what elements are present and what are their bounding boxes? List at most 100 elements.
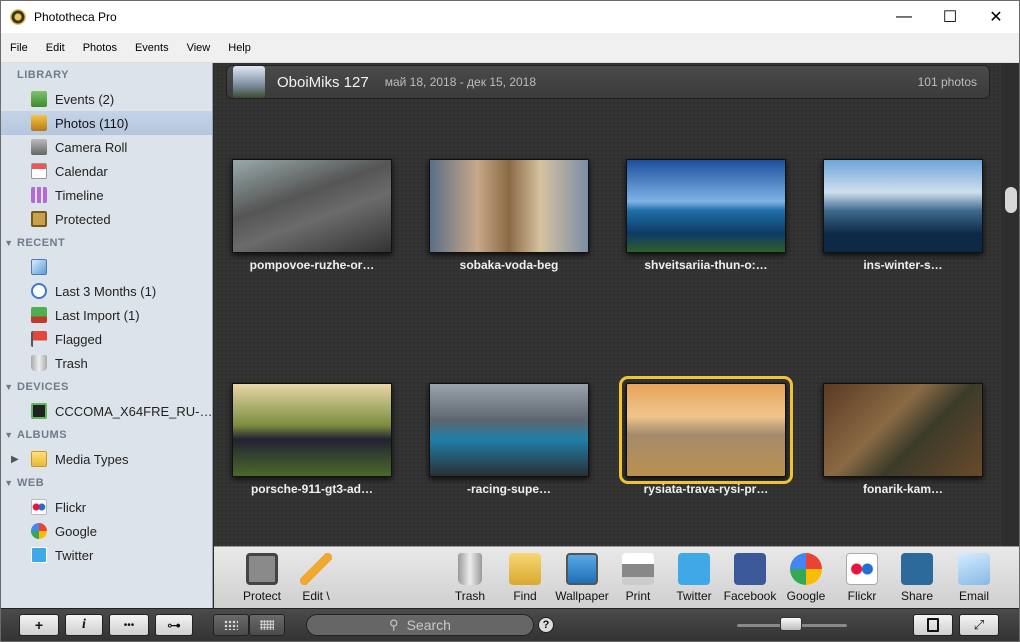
sidebar-item-events[interactable]: Events (2) [1, 87, 212, 111]
share-icon [901, 553, 933, 585]
facebook-button[interactable]: Facebook [722, 553, 778, 603]
collapse-triangle-icon[interactable]: ▼ [1, 478, 17, 488]
menu-events[interactable]: Events [135, 42, 169, 54]
menu-bar: File Edit Photos Events View Help [1, 33, 1019, 63]
photo-thumbnail[interactable] [823, 383, 983, 477]
window-title: Phototheca Pro [34, 10, 117, 24]
photo-thumbnail[interactable] [429, 159, 589, 253]
minimize-button[interactable]: — [881, 1, 927, 33]
section-albums[interactable]: ▼ ALBUMS [1, 423, 212, 447]
sidebar-item-calendar[interactable]: Calendar [1, 159, 212, 183]
menu-photos[interactable]: Photos [83, 42, 117, 54]
collapse-triangle-icon[interactable]: ▼ [1, 430, 17, 440]
photo-caption: rysiata-trava-rysi-pr… [643, 482, 769, 496]
phototheca-logo-icon [10, 9, 26, 25]
list-view-button[interactable] [249, 614, 285, 636]
grid-view-button[interactable] [213, 614, 249, 636]
add-button[interactable]: + [19, 614, 59, 636]
protect-button[interactable]: Protect [234, 553, 290, 603]
sidebar-item-photos[interactable]: Photos (110) [1, 111, 212, 135]
flickr-button[interactable]: Flickr [834, 553, 890, 603]
close-button[interactable]: ✕ [973, 1, 1019, 33]
photo-caption: shveitsariia-thun-o:… [644, 258, 768, 272]
wallpaper-button[interactable]: Wallpaper [554, 553, 610, 603]
sidebar-item-last-3-months[interactable]: Last 3 Months (1) [1, 279, 212, 303]
trash-button[interactable]: Trash [442, 553, 498, 603]
grid-icon [224, 620, 238, 630]
sidebar-item-google[interactable]: Google [1, 519, 212, 543]
photo-caption: porsche-911-gt3-ad… [250, 482, 374, 496]
safe-icon [246, 553, 278, 585]
photos-icon [31, 115, 47, 131]
menu-view[interactable]: View [187, 42, 211, 54]
search-icon: ⚲ [389, 617, 399, 632]
twitter-icon [678, 553, 710, 585]
drive-icon [31, 403, 47, 419]
email-button[interactable]: Email [946, 553, 1002, 603]
twitter-button[interactable]: Twitter [666, 553, 722, 603]
menu-edit[interactable]: Edit [46, 42, 65, 54]
search-input[interactable]: ⚲ Search [306, 614, 534, 636]
sidebar-item-flagged[interactable]: Flagged [1, 327, 212, 351]
fullscreen-button[interactable]: ⤢ [959, 614, 999, 636]
sidebar-item-twitter[interactable]: Twitter [1, 543, 212, 567]
photo-caption: pompovoe-ruzhe-or… [249, 258, 375, 272]
find-button[interactable]: Find [497, 553, 553, 603]
sidebar-item-camera-roll[interactable]: Camera Roll [1, 135, 212, 159]
section-web[interactable]: ▼ WEB [1, 471, 212, 495]
pencil-icon [300, 553, 332, 585]
zoom-slider-handle[interactable] [780, 617, 802, 631]
photo-thumbnail[interactable] [823, 159, 983, 253]
sidebar-item-flickr[interactable]: Flickr [1, 495, 212, 519]
vertical-scrollbar[interactable] [1001, 63, 1019, 546]
menu-file[interactable]: File [10, 42, 28, 54]
sidebar: LIBRARY Events (2) Photos (110) Camera R… [1, 63, 213, 608]
sidebar-item-protected[interactable]: Protected [1, 207, 212, 231]
pencil-icon [31, 259, 47, 275]
photo-thumbnail[interactable] [232, 159, 392, 253]
section-recent[interactable]: ▼ RECENT [1, 231, 212, 255]
twitter-icon [31, 547, 47, 563]
event-name: OboiMiks 127 [277, 73, 369, 91]
collapse-triangle-icon[interactable]: ▼ [1, 238, 17, 248]
more-button[interactable]: ••• [109, 614, 149, 636]
sidebar-item-recent-edit[interactable] [1, 255, 212, 279]
calendar-icon [31, 163, 47, 179]
flag-icon [31, 331, 47, 347]
sidebar-item-timeline[interactable]: Timeline [1, 183, 212, 207]
photo-caption: fonarik-kam… [862, 482, 944, 496]
scrollbar-thumb[interactable] [1005, 187, 1017, 213]
sidebar-item-media-types[interactable]: ▶ Media Types [1, 447, 212, 471]
photo-thumbnail[interactable] [429, 383, 589, 477]
photo-thumbnail[interactable] [626, 159, 786, 253]
print-button[interactable]: Print [610, 553, 666, 603]
collapse-triangle-icon[interactable]: ▼ [1, 382, 17, 392]
app-window: Phototheca Pro — ☐ ✕ File Edit Photos Ev… [0, 0, 1020, 642]
single-view-button[interactable] [913, 614, 953, 636]
maximize-button[interactable]: ☐ [927, 1, 973, 33]
sidebar-item-trash[interactable]: Trash [1, 351, 212, 375]
photo-thumbnail-selected[interactable] [619, 376, 793, 484]
sidebar-item-last-import[interactable]: Last Import (1) [1, 303, 212, 327]
key-button[interactable]: ⊶ [155, 614, 193, 636]
zoom-slider[interactable] [737, 617, 847, 631]
envelope-icon [958, 553, 990, 585]
bottom-bar: + i ••• ⊶ ⚲ Search ? ⤢ [1, 608, 1019, 641]
event-thumbnail [233, 66, 265, 98]
section-devices[interactable]: ▼ DEVICES [1, 375, 212, 399]
edit-button[interactable]: Edit \ [288, 553, 344, 603]
timeline-icon [31, 187, 47, 203]
photo-caption: sobaka-voda-beg [459, 258, 559, 272]
expand-triangle-icon[interactable]: ▶ [11, 454, 19, 465]
menu-help[interactable]: Help [228, 42, 251, 54]
info-button[interactable]: i [65, 614, 103, 636]
google-button[interactable]: Google [778, 553, 834, 603]
share-button[interactable]: Share [889, 553, 945, 603]
folder-icon [31, 451, 47, 467]
sidebar-item-device[interactable]: CCCOMA_X64FRE_RU-… [1, 399, 212, 423]
help-button[interactable]: ? [538, 617, 554, 633]
photo-caption: ins-winter-s… [863, 258, 943, 272]
photo-thumbnail[interactable] [232, 383, 392, 477]
photo-count: 101 photos [917, 75, 977, 89]
facebook-icon [734, 553, 766, 585]
